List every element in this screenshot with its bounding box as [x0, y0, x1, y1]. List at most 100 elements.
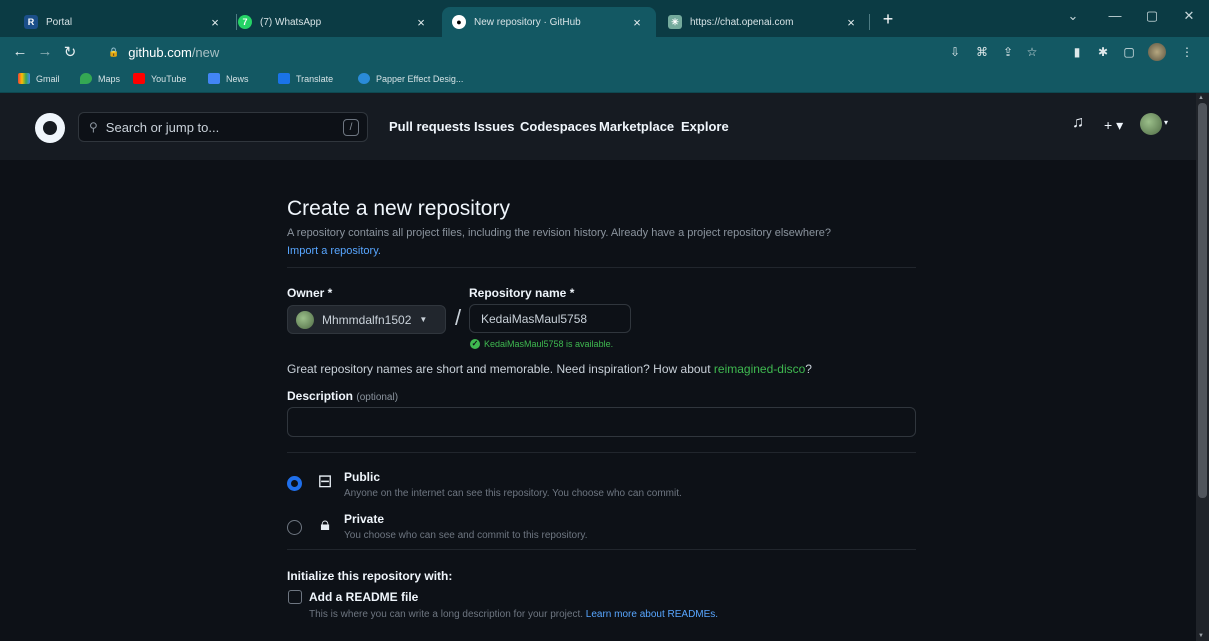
- search-icon: ⚲: [89, 120, 98, 134]
- nav-pull-requests[interactable]: Pull requests: [389, 119, 471, 134]
- public-radio[interactable]: [287, 476, 302, 491]
- repository-name-input[interactable]: [469, 304, 631, 333]
- translate-icon[interactable]: ⌘: [975, 45, 989, 59]
- tab-close-icon[interactable]: ×: [412, 15, 430, 30]
- portal-favicon-icon: R: [24, 15, 38, 29]
- bookmark-papper[interactable]: Papper Effect Desig...: [358, 73, 463, 84]
- github-favicon-icon: ●: [452, 15, 466, 29]
- optional-tag: (optional): [356, 392, 399, 403]
- chevron-down-icon[interactable]: ▾: [1164, 118, 1168, 127]
- add-readme-label[interactable]: Add a README file: [309, 590, 418, 604]
- extensions-puzzle-icon[interactable]: ✱: [1096, 45, 1110, 59]
- new-tab-button[interactable]: +: [876, 9, 900, 30]
- repo-icon: ⊟: [317, 471, 333, 491]
- maximize-button[interactable]: ▢: [1137, 8, 1167, 24]
- tab-close-icon[interactable]: ×: [206, 15, 224, 30]
- minimize-button[interactable]: —: [1100, 8, 1130, 23]
- scroll-down-arrow-icon[interactable]: ▼: [1198, 633, 1204, 639]
- bookmarks-bar: Gmail Maps YouTube News Translate Papper…: [0, 67, 1209, 93]
- github-header: ⚲ Search or jump to... / Pull requests I…: [0, 93, 1196, 160]
- scroll-up-arrow-icon[interactable]: ▲: [1198, 95, 1204, 101]
- nav-issues[interactable]: Issues: [474, 119, 514, 134]
- nav-codespaces[interactable]: Codespaces: [520, 119, 597, 134]
- notifications-bell-icon[interactable]: ♫: [1072, 114, 1084, 132]
- name-hint: Great repository names are short and mem…: [287, 362, 812, 376]
- public-label: Public: [344, 470, 381, 484]
- private-radio[interactable]: [287, 520, 302, 535]
- owner-value: Mhmmdalfn1502: [322, 312, 412, 327]
- page-scrollbar[interactable]: ▲ ▼: [1196, 93, 1209, 641]
- share-icon[interactable]: ⇪: [1001, 45, 1015, 59]
- import-repository-link[interactable]: Import a repository.: [287, 245, 381, 257]
- tab-chatgpt[interactable]: ✳ https://chat.openai.com ×: [658, 7, 870, 37]
- tab-github-new-repo[interactable]: ● New repository · GitHub ×: [442, 7, 656, 37]
- learn-more-readmes-link[interactable]: Learn more about READMEs.: [586, 609, 718, 620]
- github-logo-icon[interactable]: [35, 113, 65, 143]
- private-description: You choose who can see and commit to thi…: [344, 530, 588, 541]
- reload-icon[interactable]: ↻: [60, 43, 80, 61]
- readme-desc-text: This is where you can write a long descr…: [309, 609, 584, 620]
- browser-menu-icon[interactable]: ⋮: [1180, 45, 1194, 59]
- whatsapp-favicon-icon: 7: [238, 15, 252, 29]
- tab-title: (7) WhatsApp: [260, 16, 322, 28]
- translate-bookmark-icon: [278, 73, 290, 84]
- bookmark-news[interactable]: News: [208, 73, 249, 84]
- suggested-name-link[interactable]: reimagined-disco: [714, 362, 805, 376]
- tab-search-button[interactable]: ⌄: [1058, 8, 1088, 24]
- description-label-text: Description: [287, 389, 354, 403]
- tab-whatsapp[interactable]: 7 (7) WhatsApp ×: [228, 7, 440, 37]
- bookmark-star-icon[interactable]: ☆: [1025, 45, 1039, 59]
- readme-description: This is where you can write a long descr…: [309, 609, 718, 620]
- divider: [287, 267, 916, 268]
- search-placeholder: Search or jump to...: [105, 119, 220, 135]
- nav-marketplace[interactable]: Marketplace: [599, 119, 674, 134]
- scrollbar-thumb[interactable]: [1198, 103, 1207, 498]
- divider: [287, 452, 916, 453]
- repository-name-label: Repository name *: [469, 286, 575, 300]
- bookmark-gmail[interactable]: Gmail: [18, 73, 60, 84]
- description-input[interactable]: [287, 407, 916, 437]
- url-field[interactable]: 🔒 github.com/new: [108, 41, 938, 63]
- add-readme-checkbox[interactable]: [288, 590, 302, 604]
- bookmark-label: YouTube: [151, 73, 187, 84]
- tab-portal[interactable]: R Portal ×: [14, 7, 234, 37]
- forward-arrow-icon[interactable]: →: [35, 43, 55, 60]
- profile-avatar[interactable]: [1148, 43, 1166, 61]
- gmail-icon: [18, 73, 30, 84]
- search-shortcut-badge: /: [343, 119, 359, 136]
- extension-icon[interactable]: ▮: [1070, 45, 1084, 59]
- install-app-icon[interactable]: ⇩: [948, 45, 962, 59]
- page-subtitle: A repository contains all project files,…: [287, 227, 831, 239]
- owner-select[interactable]: Mhmmdalfn1502 ▼: [287, 305, 446, 334]
- browser-tab-bar: R Portal × 7 (7) WhatsApp × ● New reposi…: [0, 0, 1209, 37]
- owner-label: Owner *: [287, 286, 333, 300]
- close-window-button[interactable]: ✕: [1174, 8, 1204, 24]
- bookmark-youtube[interactable]: YouTube: [133, 73, 186, 84]
- tab-close-icon[interactable]: ×: [842, 15, 860, 30]
- bookmark-translate[interactable]: Translate: [278, 73, 333, 84]
- bookmark-label: Papper Effect Desig...: [376, 73, 464, 84]
- owner-repo-separator: /: [455, 305, 462, 330]
- tab-close-icon[interactable]: ×: [628, 15, 646, 30]
- url-host: github.com: [128, 44, 192, 60]
- address-bar: ← → ↻ 🔒 github.com/new ⇩ ⌘ ⇪ ☆ ▮ ✱ ▢ ⋮: [0, 37, 1209, 67]
- bookmark-label: Maps: [98, 73, 121, 84]
- maps-icon: [80, 73, 92, 84]
- hint-text: Great repository names are short and mem…: [287, 362, 711, 376]
- tab-title: Portal: [46, 16, 73, 28]
- page-title: Create a new repository: [287, 197, 510, 220]
- youtube-icon: [133, 73, 145, 84]
- back-arrow-icon[interactable]: ←: [10, 43, 30, 60]
- availability-message: ✓ KedaiMasMaul5758 is available.: [470, 339, 613, 349]
- search-input[interactable]: ⚲ Search or jump to... /: [78, 112, 368, 142]
- openai-favicon-icon: ✳: [668, 15, 682, 29]
- bookmark-maps[interactable]: Maps: [80, 73, 120, 84]
- side-panel-icon[interactable]: ▢: [1122, 45, 1136, 59]
- create-new-dropdown[interactable]: + ▾: [1104, 117, 1123, 134]
- tab-divider: [869, 14, 870, 30]
- public-description: Anyone on the internet can see this repo…: [344, 488, 682, 499]
- divider: [287, 549, 916, 550]
- nav-explore[interactable]: Explore: [681, 119, 729, 134]
- user-avatar[interactable]: [1140, 113, 1162, 135]
- bookmark-label: Gmail: [36, 73, 60, 84]
